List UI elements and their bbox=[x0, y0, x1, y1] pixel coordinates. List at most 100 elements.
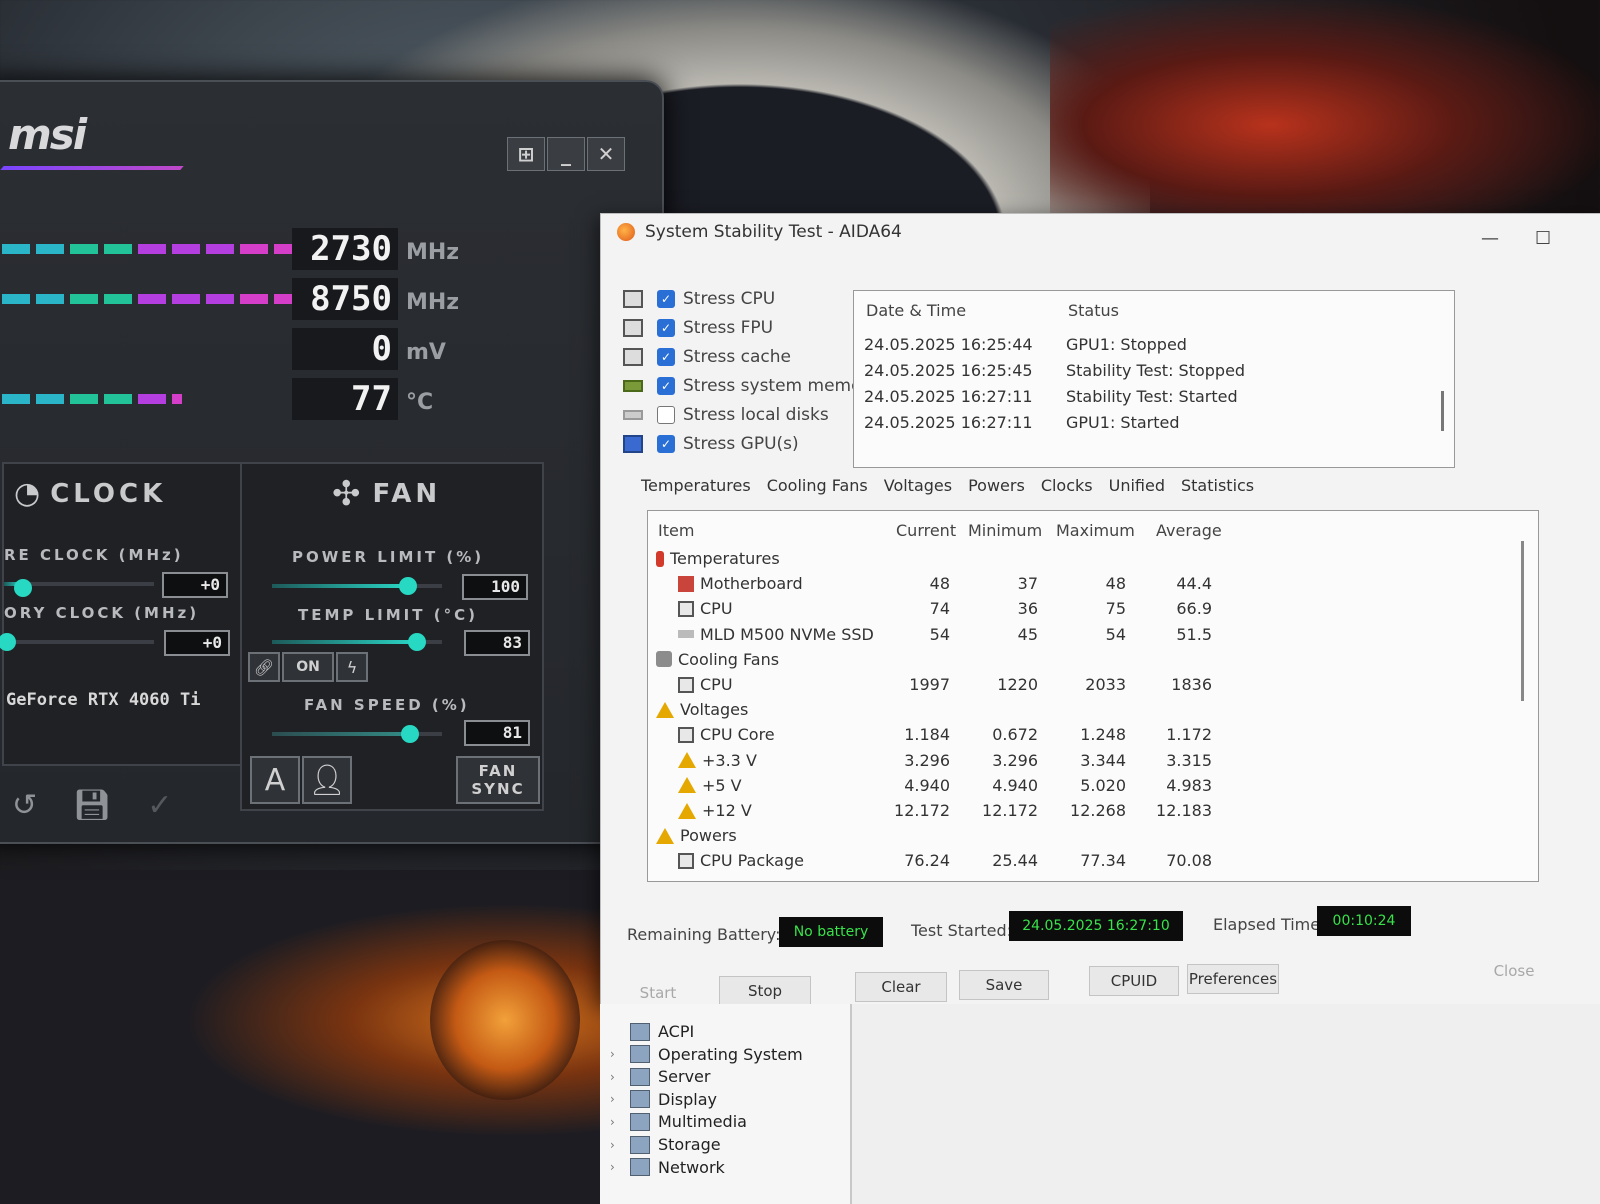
log-date: 24.05.2025 16:25:45 bbox=[864, 361, 1033, 380]
row-name: Motherboard bbox=[700, 574, 803, 594]
fan-sync-button[interactable]: FAN SYNC bbox=[456, 756, 540, 804]
tree-item[interactable]: › Server bbox=[610, 1067, 710, 1086]
grid-group-row[interactable]: Cooling Fans bbox=[648, 650, 1528, 674]
temp-readout: 77 °C bbox=[2, 378, 462, 422]
fan-speed-input[interactable]: 81 bbox=[464, 720, 530, 746]
cpuid-button[interactable]: CPUID bbox=[1089, 966, 1179, 996]
chevron-right-icon[interactable]: › bbox=[610, 1047, 622, 1061]
lightning-icon[interactable]: ϟ bbox=[336, 652, 368, 682]
remaining-battery-value: No battery bbox=[779, 917, 883, 947]
tree-item[interactable]: › Display bbox=[610, 1090, 717, 1109]
memory-clock-input[interactable]: +0 bbox=[164, 630, 230, 656]
save-button[interactable]: Save bbox=[959, 970, 1049, 1000]
grid-row[interactable]: CPU Package 76.24 25.44 77.34 70.08 bbox=[648, 851, 1528, 875]
grid-group-row[interactable]: Temperatures bbox=[648, 549, 1528, 573]
temp-limit-slider[interactable] bbox=[272, 633, 442, 651]
cpu-icon bbox=[623, 289, 643, 308]
fan-heading: FAN bbox=[372, 479, 442, 509]
grid-row[interactable]: CPU 1997 1220 2033 1836 bbox=[648, 675, 1528, 699]
user-icon[interactable]: 👤︎ bbox=[302, 756, 352, 804]
grid-row[interactable]: MLD M500 NVMe SSD 54 45 54 51.5 bbox=[648, 625, 1528, 649]
chevron-right-icon[interactable]: › bbox=[610, 1092, 622, 1106]
grid-row[interactable]: Motherboard 48 37 48 44.4 bbox=[648, 574, 1528, 598]
maximize-button[interactable]: ☐ bbox=[1535, 228, 1551, 249]
cache-icon bbox=[623, 347, 643, 366]
cell-min: 3.296 bbox=[992, 750, 1038, 770]
grid-row[interactable]: +5 V 4.940 4.940 5.020 4.983 bbox=[648, 776, 1528, 800]
checkbox[interactable]: ✓ bbox=[657, 318, 675, 337]
grid-group-row[interactable]: Powers bbox=[648, 826, 1528, 850]
grid-row[interactable]: CPU 74 36 75 66.9 bbox=[648, 599, 1528, 623]
cell-avg: 3.315 bbox=[1166, 750, 1212, 770]
tree-item-label: Network bbox=[658, 1157, 725, 1177]
checkbox[interactable]: ✓ bbox=[657, 434, 675, 453]
tab-statistics[interactable]: Statistics bbox=[1181, 476, 1254, 495]
tab-clocks[interactable]: Clocks bbox=[1041, 476, 1093, 495]
msi-afterburner-window: msi ⊞ _ ✕ 2730 MHz 8750 MHz 0 mV 77 °C ◔… bbox=[0, 80, 664, 844]
cell-max: 77.34 bbox=[1080, 851, 1126, 871]
log-date: 24.05.2025 16:27:11 bbox=[864, 387, 1033, 406]
stress-option[interactable]: ✓ Stress cache bbox=[623, 342, 879, 371]
apply-icon[interactable]: ✓ bbox=[147, 788, 172, 823]
chevron-right-icon[interactable]: › bbox=[610, 1138, 622, 1152]
chevron-right-icon[interactable]: › bbox=[610, 1115, 622, 1129]
windows-icon[interactable]: ⊞ bbox=[507, 137, 545, 171]
clear-button[interactable]: Clear bbox=[855, 972, 947, 1002]
checkbox[interactable]: ✓ bbox=[657, 347, 675, 366]
link-icon[interactable]: 🔗︎ bbox=[248, 652, 280, 682]
tree-item[interactable]: › Network bbox=[610, 1158, 725, 1177]
mem-clock-readout: 8750 MHz bbox=[2, 278, 462, 322]
core-clock-input[interactable]: +0 bbox=[162, 572, 228, 598]
tab-voltages[interactable]: Voltages bbox=[884, 476, 952, 495]
stress-option[interactable]: ✓ Stress GPU(s) bbox=[623, 429, 879, 458]
close-button[interactable]: ✕ bbox=[587, 137, 625, 171]
checkbox[interactable]: ✓ bbox=[657, 289, 675, 308]
tree-item[interactable]: › Operating System bbox=[610, 1045, 803, 1064]
row-name: +12 V bbox=[702, 801, 752, 820]
tab-temperatures[interactable]: Temperatures bbox=[641, 476, 751, 495]
core-clock-label: RE CLOCK (MHz) bbox=[4, 546, 184, 564]
motherboard-icon bbox=[678, 575, 694, 592]
checkbox[interactable]: ✓ bbox=[657, 376, 675, 395]
cell-cur: 48 bbox=[929, 574, 950, 594]
grid-group-row[interactable]: Voltages bbox=[648, 700, 1528, 724]
tab-cooling-fans[interactable]: Cooling Fans bbox=[767, 476, 868, 495]
link-toggle[interactable]: ON bbox=[282, 652, 334, 682]
reset-icon[interactable]: ↺ bbox=[12, 788, 37, 823]
tab-unified[interactable]: Unified bbox=[1109, 476, 1165, 495]
minimize-button[interactable]: _ bbox=[547, 137, 585, 171]
row-name: CPU Core bbox=[700, 725, 775, 745]
save-icon[interactable]: 💾︎ bbox=[73, 788, 111, 823]
minimize-button[interactable]: — bbox=[1481, 228, 1499, 249]
core-clock-slider[interactable] bbox=[4, 579, 154, 597]
stress-option[interactable]: Stress local disks bbox=[623, 400, 879, 429]
grid-row[interactable]: +12 V 12.172 12.172 12.268 12.183 bbox=[648, 801, 1528, 825]
cell-cur: 54 bbox=[929, 624, 950, 644]
stress-option[interactable]: ✓ Stress system memory bbox=[623, 371, 879, 400]
tab-powers[interactable]: Powers bbox=[968, 476, 1025, 495]
voltage-unit: mV bbox=[406, 340, 446, 365]
power-limit-input[interactable]: 100 bbox=[462, 574, 528, 600]
preferences-button[interactable]: Preferences bbox=[1187, 964, 1279, 994]
tree-item[interactable]: ACPI bbox=[610, 1022, 694, 1041]
auto-fan-button[interactable]: A bbox=[250, 756, 300, 804]
tree-item[interactable]: › Multimedia bbox=[610, 1112, 747, 1131]
stop-button[interactable]: Stop bbox=[719, 976, 811, 1006]
stress-option[interactable]: ✓ Stress CPU bbox=[623, 284, 879, 313]
grid-row[interactable]: CPU Core 1.184 0.672 1.248 1.172 bbox=[648, 725, 1528, 749]
log-scrollbar[interactable] bbox=[1441, 391, 1444, 431]
temp-limit-input[interactable]: 83 bbox=[464, 630, 530, 656]
cell-cur: 12.172 bbox=[894, 801, 950, 820]
memory-clock-slider[interactable] bbox=[0, 633, 154, 651]
chevron-right-icon[interactable]: › bbox=[610, 1070, 622, 1084]
tree-item[interactable]: › Storage bbox=[610, 1135, 721, 1154]
stress-option[interactable]: ✓ Stress FPU bbox=[623, 313, 879, 342]
checkbox[interactable] bbox=[657, 405, 675, 424]
close-button[interactable]: Close bbox=[1487, 956, 1541, 986]
grid-row[interactable]: +3.3 V 3.296 3.296 3.344 3.315 bbox=[648, 751, 1528, 775]
chevron-right-icon[interactable]: › bbox=[610, 1160, 622, 1174]
log-status: GPU1: Stopped bbox=[1066, 335, 1187, 354]
speedometer-icon: ◔ bbox=[14, 476, 41, 511]
fan-speed-slider[interactable] bbox=[272, 725, 442, 743]
power-limit-slider[interactable] bbox=[272, 577, 442, 595]
